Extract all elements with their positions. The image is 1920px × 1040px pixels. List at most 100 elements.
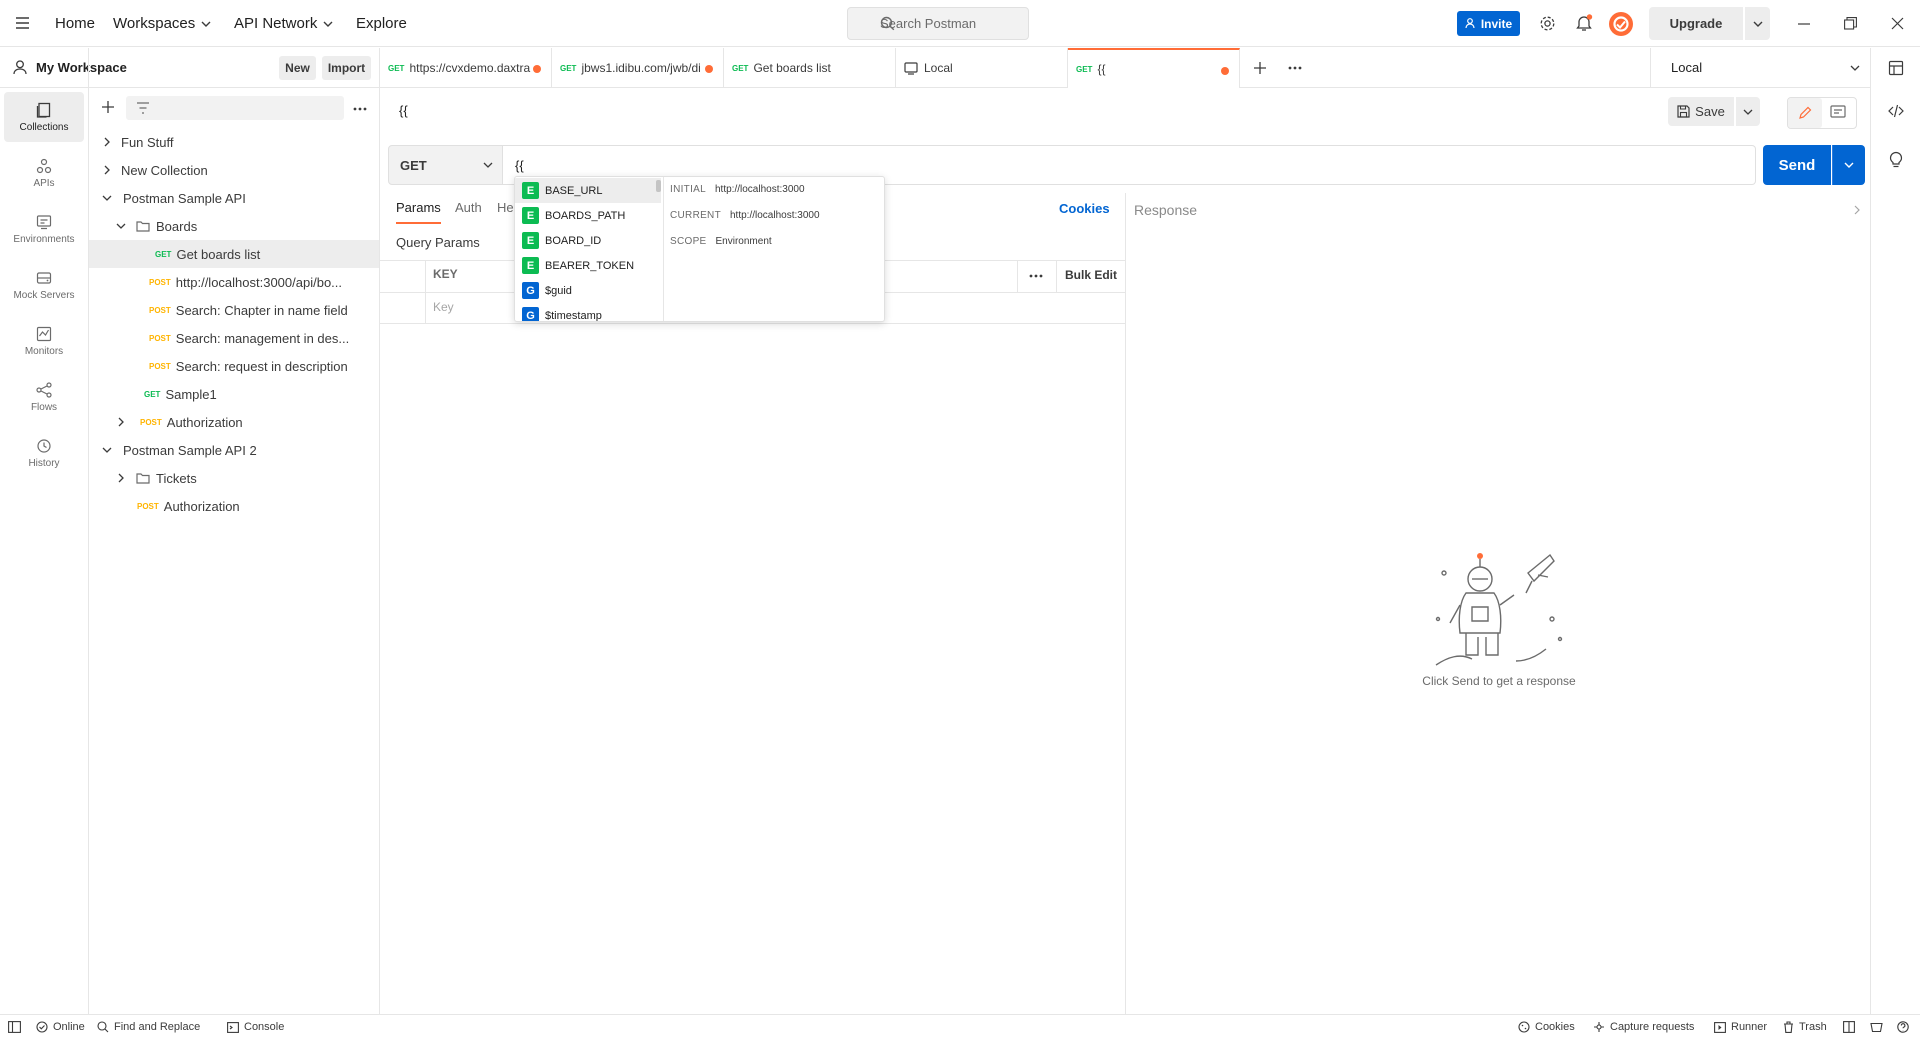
mock-servers-icon <box>36 270 52 286</box>
send-dropdown-button[interactable] <box>1832 145 1865 185</box>
nav-explore[interactable]: Explore <box>356 0 407 47</box>
tree-request-sample1[interactable]: GET Sample1 <box>89 380 379 408</box>
chevron-down-icon <box>1844 162 1854 168</box>
autocomplete-item-timestamp[interactable]: G $timestamp <box>515 303 661 321</box>
rail-item-environments[interactable]: Environments <box>4 204 84 254</box>
tree-request-get-boards-list[interactable]: GET Get boards list <box>89 240 379 268</box>
tree-folder-tickets[interactable]: Tickets <box>89 464 379 492</box>
save-dropdown-button[interactable] <box>1736 97 1760 126</box>
more-options-icon[interactable] <box>353 107 367 111</box>
chevron-down-icon <box>483 162 493 168</box>
tab-params[interactable]: Params <box>396 200 441 224</box>
scope-badge: E <box>522 207 539 224</box>
rail-item-apis[interactable]: APIs <box>4 148 84 198</box>
nav-workspaces[interactable]: Workspaces <box>113 0 211 47</box>
autocomplete-item-bearer-token[interactable]: E BEARER_TOKEN <box>515 253 661 278</box>
nav-home[interactable]: Home <box>55 0 95 47</box>
tree-folder-authorization[interactable]: POST Authorization <box>89 408 379 436</box>
table-col-divider <box>1056 260 1057 292</box>
table-more-icon[interactable] <box>1029 274 1043 278</box>
tab-request-2[interactable]: GET jbws1.idibu.com/jwb/di <box>552 48 724 88</box>
variable-autocomplete: E BASE_URL E BOARDS_PATH E BOARD_ID E BEARER… <box>514 176 885 322</box>
cookies-link[interactable]: Cookies <box>1059 201 1110 216</box>
environments-icon <box>36 214 52 230</box>
environment-selector[interactable]: Local <box>1650 48 1870 88</box>
settings-gear-icon[interactable] <box>1539 15 1556 32</box>
environment-quick-look-icon[interactable] <box>1888 60 1904 76</box>
add-collection-icon[interactable] <box>101 100 115 114</box>
documentation-icon[interactable] <box>1830 105 1846 120</box>
rail-item-mock-servers[interactable]: Mock Servers <box>4 260 84 310</box>
tree-request-post-localhost[interactable]: POST http://localhost:3000/api/bo... <box>89 268 379 296</box>
nav-api-network[interactable]: API Network <box>234 0 333 47</box>
autocomplete-item-boards-path[interactable]: E BOARDS_PATH <box>515 203 661 228</box>
minimize-window-icon[interactable] <box>1798 23 1810 25</box>
toggle-sidebar-icon[interactable] <box>8 1021 21 1033</box>
restore-window-icon[interactable] <box>1844 17 1857 30</box>
table-col-divider <box>425 260 426 324</box>
notifications-bell-icon[interactable] <box>1575 14 1593 32</box>
tree-collection-new-collection[interactable]: New Collection <box>89 156 379 184</box>
key-input[interactable]: Key <box>433 300 454 314</box>
send-button[interactable]: Send <box>1763 145 1831 185</box>
lightbulb-icon[interactable] <box>1888 151 1904 168</box>
tree-collection-postman-sample-api[interactable]: Postman Sample API <box>89 184 379 212</box>
method-badge: GET <box>560 63 577 73</box>
hamburger-menu-icon[interactable] <box>15 16 30 30</box>
tab-environment-local[interactable]: Local <box>896 48 1068 88</box>
rail-item-history[interactable]: History <box>4 428 84 478</box>
scope-badge: E <box>522 257 539 274</box>
request-response-divider[interactable] <box>1125 193 1126 1015</box>
find-and-replace-button[interactable]: Find and Replace <box>97 1014 200 1040</box>
upgrade-button[interactable]: Upgrade <box>1649 7 1743 40</box>
save-button[interactable]: Save <box>1668 97 1734 126</box>
user-avatar[interactable] <box>1609 12 1633 36</box>
tab-more-icon[interactable] <box>1288 66 1302 70</box>
tab-request-active[interactable]: GET{{ <box>1068 48 1240 88</box>
tab-headers[interactable]: He <box>497 200 514 224</box>
method-badge: POST <box>140 417 162 427</box>
tree-folder-boards[interactable]: Boards <box>89 212 379 240</box>
new-tab-icon[interactable] <box>1253 61 1267 75</box>
console-button[interactable]: Console <box>227 1014 284 1040</box>
bulk-edit-button[interactable]: Bulk Edit <box>1065 268 1117 282</box>
invite-button[interactable]: Invite <box>1457 11 1520 36</box>
tree-request-authorization-2[interactable]: POST Authorization <box>89 492 379 520</box>
cookies-button[interactable]: Cookies <box>1518 1014 1575 1040</box>
runner-button[interactable]: Runner <box>1714 1014 1767 1040</box>
tree-request-search-chapter[interactable]: POST Search: Chapter in name field <box>89 296 379 324</box>
tree-request-search-management[interactable]: POST Search: management in des... <box>89 324 379 352</box>
help-icon[interactable] <box>1897 1021 1909 1033</box>
upgrade-dropdown-button[interactable] <box>1745 7 1770 40</box>
trash-button[interactable]: Trash <box>1783 1014 1827 1040</box>
autocomplete-item-base-url[interactable]: E BASE_URL <box>515 178 661 203</box>
online-status[interactable]: Online <box>36 1014 85 1040</box>
request-name[interactable]: {{ <box>399 103 408 118</box>
rail-item-monitors[interactable]: Monitors <box>4 316 84 366</box>
capture-requests-button[interactable]: Capture requests <box>1593 1014 1694 1040</box>
capture-icon <box>1593 1021 1605 1033</box>
rail-item-flows[interactable]: Flows <box>4 372 84 422</box>
tree-collection-postman-sample-api-2[interactable]: Postman Sample API 2 <box>89 436 379 464</box>
rail-item-collections[interactable]: Collections <box>4 92 84 142</box>
two-pane-view-icon[interactable] <box>1843 1021 1855 1033</box>
close-window-icon[interactable] <box>1891 17 1904 30</box>
filter-input[interactable] <box>126 96 344 120</box>
autocomplete-item-board-id[interactable]: E BOARD_ID <box>515 228 661 253</box>
chevron-right-icon[interactable] <box>1854 205 1860 215</box>
edit-mode-button[interactable] <box>1788 98 1822 128</box>
bootcamp-icon[interactable] <box>1870 1021 1883 1033</box>
import-button[interactable]: Import <box>322 56 371 80</box>
tab-request-1[interactable]: GET https://cvxdemo.daxtra <box>380 48 552 88</box>
autocomplete-scrollbar[interactable] <box>656 180 661 192</box>
tree-request-search-request[interactable]: POST Search: request in description <box>89 352 379 380</box>
tab-auth[interactable]: Auth <box>455 200 482 224</box>
search-input[interactable]: Search Postman <box>847 7 1029 40</box>
code-icon[interactable] <box>1888 104 1904 118</box>
method-badge: POST <box>137 501 159 511</box>
autocomplete-item-guid[interactable]: G $guid <box>515 278 661 303</box>
new-button[interactable]: New <box>279 56 316 80</box>
tab-request-3[interactable]: GET Get boards list <box>724 48 896 88</box>
cookie-icon <box>1518 1021 1530 1033</box>
tree-collection-fun-stuff[interactable]: Fun Stuff <box>89 128 379 156</box>
